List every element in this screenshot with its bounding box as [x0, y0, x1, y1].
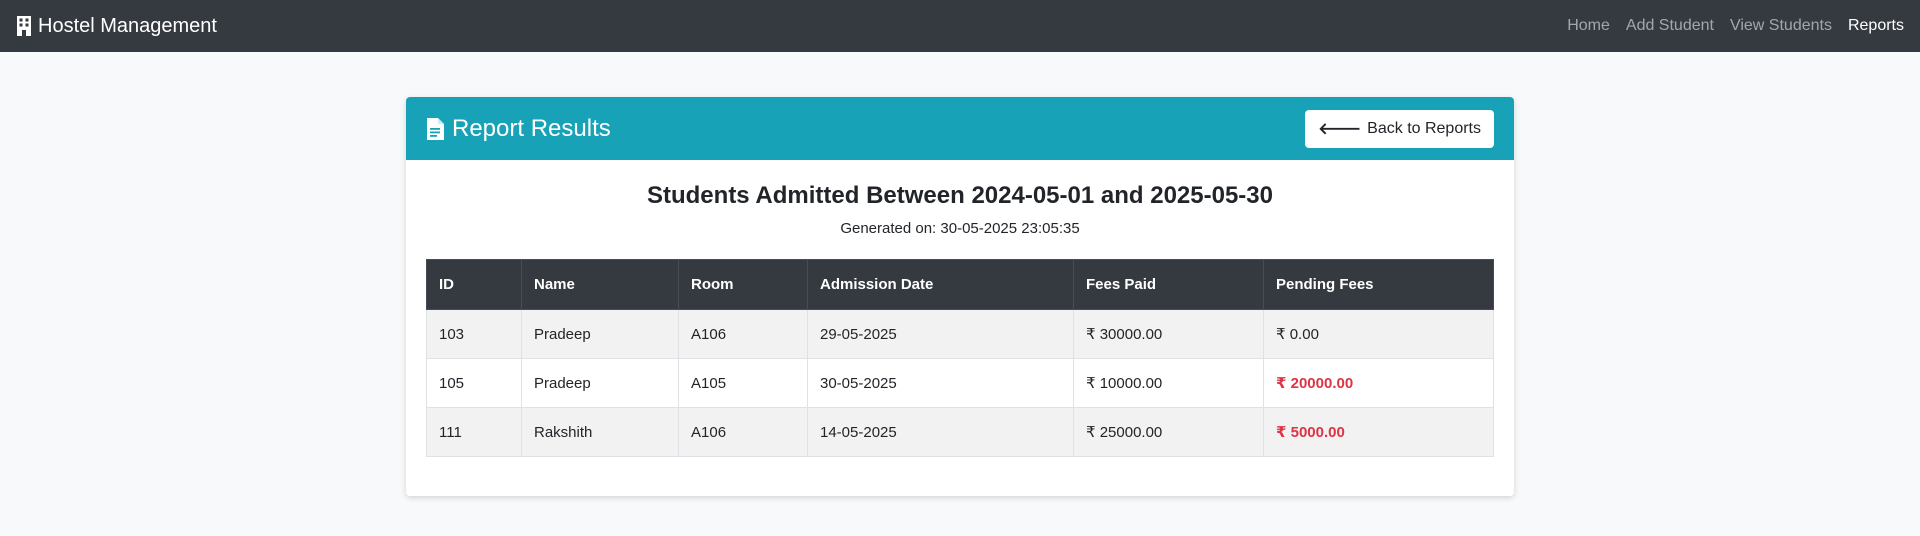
col-fees-paid-header: Fees Paid — [1073, 259, 1264, 310]
cell-fees-paid: ₹ 10000.00 — [1073, 358, 1264, 408]
cell-id: 103 — [426, 309, 522, 359]
table-row: 103 Pradeep A106 29-05-2025 ₹ 30000.00 ₹… — [426, 309, 1494, 359]
cell-room: A105 — [678, 358, 808, 408]
col-id-header: ID — [426, 259, 522, 310]
cell-room: A106 — [678, 407, 808, 457]
col-name-header: Name — [521, 259, 679, 310]
card-body: Students Admitted Between 2024-05-01 and… — [406, 160, 1514, 477]
students-table: ID Name Room Admission Date Fees Paid Pe… — [426, 259, 1494, 457]
table-header-row: ID Name Room Admission Date Fees Paid Pe… — [426, 259, 1494, 310]
col-pending-fees-header: Pending Fees — [1263, 259, 1494, 310]
cell-admission-date: 30-05-2025 — [807, 358, 1074, 408]
cell-name: Pradeep — [521, 309, 679, 359]
building-icon — [16, 16, 32, 36]
card-title-text: Report Results — [452, 114, 611, 142]
brand-label: Hostel Management — [38, 14, 217, 37]
cell-id: 105 — [426, 358, 522, 408]
table-row: 105 Pradeep A105 30-05-2025 ₹ 10000.00 ₹… — [426, 358, 1494, 408]
nav-add-student-link[interactable]: Add Student — [1626, 17, 1714, 35]
report-generated: Generated on: 30-05-2025 23:05:35 — [840, 220, 1080, 237]
nav-reports-link[interactable]: Reports — [1848, 17, 1904, 35]
nav-links: Home Add Student View Students Reports — [1551, 17, 1904, 35]
arrow-left-icon: 🡐 — [1318, 121, 1362, 138]
cell-room: A106 — [678, 309, 808, 359]
card-header: Report Results 🡐 Back to Reports — [406, 97, 1514, 160]
table-row: 111 Rakshith A106 14-05-2025 ₹ 25000.00 … — [426, 407, 1494, 457]
cell-pending-fees: ₹ 20000.00 — [1263, 358, 1494, 408]
col-room-header: Room — [678, 259, 808, 310]
report-results-card: Report Results 🡐 Back to Reports Student… — [406, 97, 1514, 496]
navbar-brand[interactable]: Hostel Management — [16, 15, 217, 38]
cell-fees-paid: ₹ 25000.00 — [1073, 407, 1264, 457]
report-heading: Students Admitted Between 2024-05-01 and… — [646, 182, 1273, 209]
cell-pending-fees: ₹ 0.00 — [1263, 309, 1494, 359]
back-button-label: Back to Reports — [1367, 119, 1481, 137]
cell-name: Pradeep — [521, 358, 679, 408]
cell-pending-fees: ₹ 5000.00 — [1263, 407, 1494, 457]
nav-view-students-link[interactable]: View Students — [1730, 17, 1832, 35]
back-to-reports-button[interactable]: 🡐 Back to Reports — [1305, 109, 1494, 148]
cell-admission-date: 29-05-2025 — [807, 309, 1074, 359]
cell-name: Rakshith — [521, 407, 679, 457]
cell-admission-date: 14-05-2025 — [807, 407, 1074, 457]
navbar: Hostel Management Home Add Student View … — [0, 0, 1920, 52]
nav-home-link[interactable]: Home — [1567, 17, 1610, 35]
card-title: Report Results — [426, 115, 611, 143]
col-admission-date-header: Admission Date — [807, 259, 1074, 310]
cell-fees-paid: ₹ 30000.00 — [1073, 309, 1264, 359]
file-text-icon — [426, 117, 444, 140]
cell-id: 111 — [426, 407, 522, 457]
